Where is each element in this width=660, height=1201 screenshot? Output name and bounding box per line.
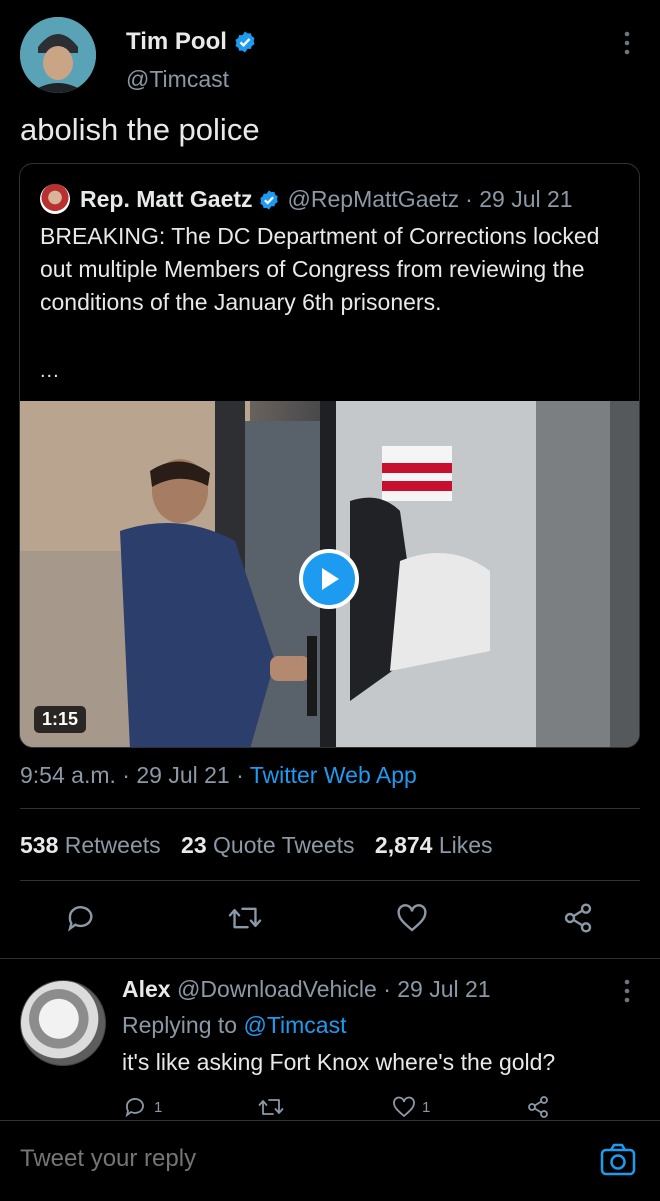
reply-like-button[interactable]: 1 [392, 1095, 430, 1119]
author-avatar[interactable] [20, 17, 96, 93]
tweet-meta: 9:54 a.m. · 29 Jul 21 · Twitter Web App [20, 762, 417, 789]
more-vertical-icon[interactable] [617, 978, 637, 1004]
reply-retweet-button[interactable] [258, 1095, 284, 1119]
quote-video[interactable]: 1:15 [20, 401, 639, 747]
divider [0, 958, 660, 959]
reply-button[interactable] [66, 902, 98, 934]
reply-icon [125, 1098, 144, 1118]
tweet-text: abolish the police [20, 112, 260, 147]
quote-author-name: Rep. Matt Gaetz [80, 186, 253, 212]
reply-author-avatar[interactable] [20, 980, 106, 1066]
retweet-button[interactable] [228, 902, 262, 934]
video-duration: 1:15 [34, 706, 87, 733]
divider [20, 880, 640, 881]
like-icon [397, 904, 427, 932]
verified-badge-icon [235, 31, 255, 53]
reply-share-button[interactable] [526, 1095, 550, 1119]
play-button[interactable] [299, 549, 359, 609]
reply-reply-count: 1 [154, 1098, 163, 1116]
tweet-source-link[interactable]: Twitter Web App [250, 762, 417, 788]
camera-button[interactable] [600, 1143, 636, 1177]
reply-header: Alex @DownloadVehicle · 29 Jul 21 [122, 976, 491, 1003]
share-button[interactable] [562, 902, 594, 934]
quote-tweets-stat[interactable]: 23 Quote Tweets [181, 832, 354, 858]
quoted-tweet[interactable]: Rep. Matt Gaetz @RepMattGaetz · 29 Jul 2… [19, 163, 640, 748]
replying-to: Replying to @Timcast [122, 1012, 346, 1039]
likes-count: 2,874 [374, 832, 433, 858]
reply-date: · 29 Jul 21 [383, 976, 491, 1002]
divider [20, 808, 640, 809]
more-vertical-icon[interactable] [617, 30, 637, 56]
reply-composer [0, 1120, 660, 1201]
share-icon [528, 1096, 548, 1118]
retweets-count: 538 [20, 832, 59, 858]
likes-stat[interactable]: 2,874 Likes [375, 832, 493, 858]
author-handle[interactable]: @Timcast [126, 66, 229, 93]
replying-to-prefix: Replying to [122, 1012, 238, 1038]
quote-date: · 29 Jul 21 [465, 186, 573, 212]
quote-tweets-label: Quote Tweets [213, 832, 355, 858]
author-name[interactable]: Tim Pool [126, 28, 257, 56]
replying-to-handle[interactable]: @Timcast [243, 1012, 346, 1038]
like-button[interactable] [396, 902, 428, 934]
like-icon [393, 1096, 415, 1118]
camera-icon [600, 1143, 636, 1176]
retweets-label: Retweets [64, 832, 161, 858]
reply-icon [68, 906, 93, 932]
meta-separator: · [115, 762, 137, 788]
quote-header: Rep. Matt Gaetz @RepMattGaetz · 29 Jul 2… [80, 186, 573, 213]
play-icon [322, 568, 339, 590]
meta-separator: · [229, 762, 250, 788]
likes-label: Likes [438, 832, 493, 858]
retweet-icon [228, 907, 262, 929]
retweets-stat[interactable]: 538 Retweets [20, 832, 161, 858]
reply-input[interactable] [20, 1145, 540, 1173]
author-name-text: Tim Pool [126, 28, 227, 55]
tweet-time: 9:54 a.m. [20, 762, 116, 788]
tweet-stats: 538 Retweets 23 Quote Tweets 2,874 Likes [20, 832, 493, 859]
quote-author-avatar [40, 184, 70, 214]
reply-author-handle[interactable]: @DownloadVehicle [177, 976, 377, 1002]
retweet-icon [258, 1099, 284, 1115]
verified-badge-icon [259, 189, 278, 210]
reply-author-name[interactable]: Alex [122, 976, 171, 1002]
reply-like-count: 1 [422, 1098, 431, 1116]
quote-tweets-count: 23 [181, 832, 207, 858]
tweet-date: 29 Jul 21 [136, 762, 230, 788]
quote-ellipsis: ... [40, 360, 60, 382]
reply-text: it's like asking Fort Knox where's the g… [122, 1049, 556, 1075]
share-icon [564, 903, 592, 933]
reply-reply-button[interactable]: 1 [124, 1095, 162, 1119]
quote-author-handle: @RepMattGaetz [287, 186, 460, 212]
quote-text: BREAKING: The DC Department of Correctio… [40, 223, 600, 315]
